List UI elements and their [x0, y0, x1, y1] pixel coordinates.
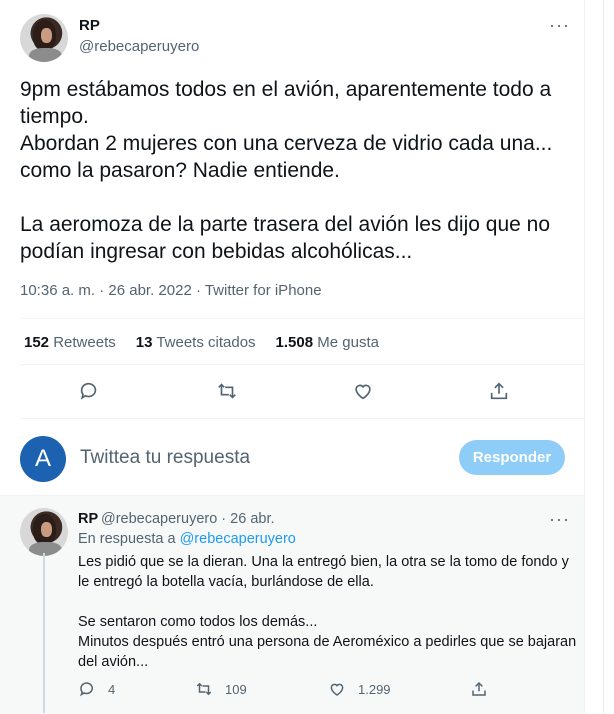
reply-action[interactable]: 4 — [78, 680, 115, 698]
retweets-stat[interactable]: 152 Retweets — [24, 334, 116, 351]
reply-input[interactable]: Twittea tu respuesta — [80, 447, 250, 469]
reply-icon — [80, 682, 93, 697]
like-icon[interactable] — [352, 380, 374, 402]
retweet-count: 109 — [225, 681, 247, 697]
quotes-label: Tweets citados — [156, 334, 256, 351]
reply-text: Les pidió que se la dieran. Una la entre… — [78, 554, 577, 670]
replying-prefix: En respuesta a — [78, 531, 176, 547]
adjacent-panel-edge — [603, 0, 614, 713]
share-action[interactable] — [470, 680, 500, 698]
like-icon — [330, 683, 344, 696]
retweet-icon[interactable] — [216, 380, 238, 402]
tweet-timestamp[interactable]: 10:36 a. m. · 26 abr. 2022 · Twitter for… — [20, 282, 322, 299]
tweet-stats: 152 Retweets 13 Tweets citados 1.508 Me … — [24, 334, 399, 351]
author-handle[interactable]: @rebecaperuyero — [79, 38, 199, 55]
replying-mention[interactable]: @rebecaperuyero — [180, 531, 296, 547]
likes-stat[interactable]: 1.508 Me gusta — [276, 334, 379, 351]
likes-label: Me gusta — [317, 334, 379, 351]
divider — [20, 318, 584, 319]
divider — [20, 364, 584, 365]
avatar[interactable] — [20, 14, 68, 62]
thread-line — [43, 553, 45, 713]
reply-count: 4 — [108, 681, 116, 697]
tweet-text: 9pm estábamos todos en el avión, aparent… — [20, 78, 553, 263]
share-icon — [472, 681, 486, 696]
like-action[interactable]: 1.299 — [328, 680, 391, 698]
divider — [20, 418, 584, 419]
retweet-action[interactable]: 109 — [195, 680, 247, 698]
like-count: 1.299 — [358, 681, 391, 697]
tweet-panel: RP @rebecaperuyero ··· 9pm estábamos tod… — [0, 0, 585, 714]
retweets-count: 152 — [24, 334, 50, 351]
quotes-stat[interactable]: 13 Tweets citados — [136, 334, 256, 351]
quotes-count: 13 — [135, 334, 153, 351]
reply-button[interactable]: Responder — [459, 440, 565, 475]
composer-avatar[interactable]: A — [20, 436, 66, 482]
share-icon[interactable] — [488, 380, 510, 402]
more-options-icon[interactable]: ··· — [549, 15, 570, 36]
reply-author-name[interactable]: RP — [78, 511, 98, 527]
avatar[interactable] — [20, 508, 68, 556]
author-name[interactable]: RP — [79, 17, 100, 34]
reply-handle-date[interactable]: @rebecaperuyero · 26 abr. — [101, 511, 275, 527]
likes-count: 1.508 — [275, 334, 314, 351]
retweet-icon — [196, 682, 212, 696]
replying-to: En respuesta a @rebecaperuyero — [78, 531, 296, 547]
retweets-label: Retweets — [53, 334, 116, 351]
more-options-icon[interactable]: ··· — [549, 509, 570, 530]
reply-icon[interactable] — [78, 380, 100, 402]
